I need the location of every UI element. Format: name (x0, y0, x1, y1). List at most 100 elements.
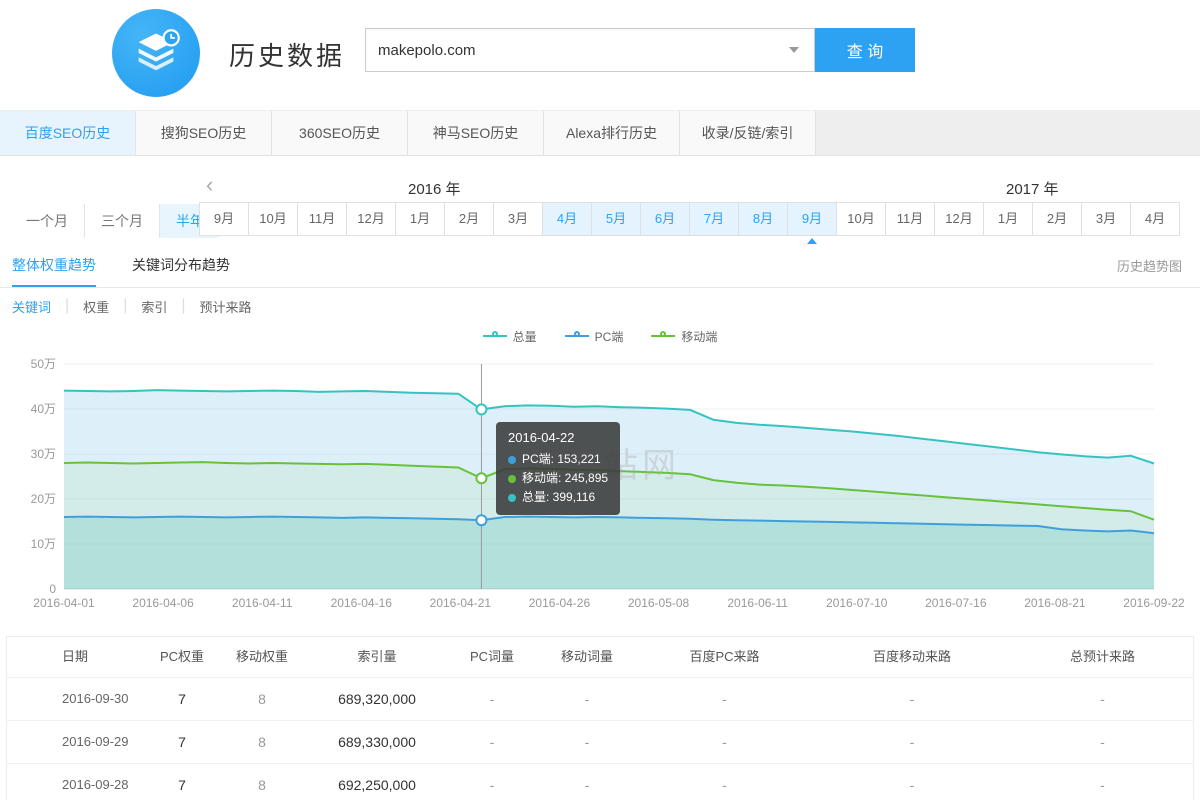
filter-索引[interactable]: 索引 (141, 297, 167, 316)
svg-text:2016-04-06: 2016-04-06 (132, 596, 194, 610)
legend-label: PC端 (595, 328, 624, 345)
table-cell: - (812, 678, 1012, 720)
table-cell: 2016-09-30 (7, 678, 147, 720)
legend-marker-icon (483, 335, 507, 337)
legend-label: 移动端 (681, 328, 717, 345)
table-cell: - (637, 764, 812, 800)
month-cell-1月[interactable]: 1月 (395, 202, 445, 236)
month-cell-8月[interactable]: 8月 (738, 202, 788, 236)
table-header-移动权重: 移动权重 (217, 637, 307, 677)
history-trend-link[interactable]: 历史趋势图 (1117, 246, 1182, 288)
svg-text:2016-04-21: 2016-04-21 (430, 596, 492, 610)
month-cell-9月[interactable]: 9月 (199, 202, 249, 236)
time-range-selector: 一个月三个月半年 ‹ 2016 年 2017 年 9月10月11月12月1月2月… (0, 156, 1200, 246)
table-row: 2016-09-2878692,250,000----- (7, 763, 1193, 800)
filter-权重[interactable]: 权重 (83, 297, 109, 316)
table-cell: 7 (147, 678, 217, 720)
filter-预计来路[interactable]: 预计来路 (200, 297, 252, 316)
tab-360SEO历史[interactable]: 360SEO历史 (272, 111, 408, 155)
tab-bar-filler (816, 111, 1200, 155)
svg-text:2016-04-26: 2016-04-26 (529, 596, 591, 610)
table-cell: 8 (217, 678, 307, 720)
months-row: 9月10月11月12月1月2月3月4月5月6月7月8月9月10月11月12月1月… (200, 202, 1180, 236)
table-cell: - (447, 764, 537, 800)
tooltip-row: 总量: 399,116 (508, 488, 608, 507)
month-cell-2月[interactable]: 2月 (444, 202, 494, 236)
legend-marker-dot (660, 331, 666, 337)
tooltip-row: PC端: 153,221 (508, 450, 608, 469)
filter-separator: | (181, 297, 185, 315)
tab-Alexa排行历史[interactable]: Alexa排行历史 (544, 111, 680, 155)
domain-search-input[interactable] (365, 28, 815, 72)
tooltip-row: 移动端: 245,895 (508, 469, 608, 488)
month-cell-9月[interactable]: 9月 (787, 202, 837, 236)
period-一个月[interactable]: 一个月 (10, 204, 85, 238)
tab-收录/反链/索引[interactable]: 收录/反链/索引 (680, 111, 816, 155)
page-title: 历史数据 (229, 36, 345, 73)
table-cell: - (637, 678, 812, 720)
table-cell: 7 (147, 721, 217, 763)
subtab-关键词分布趋势[interactable]: 关键词分布趋势 (132, 246, 230, 287)
svg-text:2016-04-11: 2016-04-11 (232, 596, 293, 610)
subtab-整体权重趋势[interactable]: 整体权重趋势 (12, 246, 96, 287)
year-label-2016: 2016 年 (408, 178, 461, 199)
month-cell-4月[interactable]: 4月 (542, 202, 592, 236)
svg-text:20万: 20万 (31, 492, 56, 506)
dropdown-caret-icon[interactable] (789, 47, 799, 53)
month-cell-10月[interactable]: 10月 (836, 202, 886, 236)
table-cell: - (812, 721, 1012, 763)
month-cell-7月[interactable]: 7月 (689, 202, 739, 236)
tab-百度SEO历史[interactable]: 百度SEO历史 (0, 111, 136, 155)
month-cell-12月[interactable]: 12月 (934, 202, 984, 236)
month-cell-6月[interactable]: 6月 (640, 202, 690, 236)
prev-arrow-icon[interactable]: ‹ (206, 174, 213, 196)
marker-point (476, 404, 486, 414)
series-dot-icon (508, 494, 516, 502)
legend-PC端[interactable]: PC端 (565, 328, 624, 345)
app-logo (112, 9, 200, 97)
search-area: 查 询 (365, 28, 915, 72)
tab-搜狗SEO历史[interactable]: 搜狗SEO历史 (136, 111, 272, 155)
month-cell-3月[interactable]: 3月 (1081, 202, 1131, 236)
table-cell: - (537, 721, 637, 763)
month-cell-5月[interactable]: 5月 (591, 202, 641, 236)
table-cell: - (537, 764, 637, 800)
legend-marker-dot (574, 331, 580, 337)
period-三个月[interactable]: 三个月 (85, 204, 160, 238)
filter-separator: | (65, 297, 69, 315)
table-header-PC词量: PC词量 (447, 637, 537, 677)
main-tab-bar: 百度SEO历史搜狗SEO历史360SEO历史神马SEO历史Alexa排行历史收录… (0, 110, 1200, 156)
table-header-日期: 日期 (7, 637, 147, 677)
tab-神马SEO历史[interactable]: 神马SEO历史 (408, 111, 544, 155)
month-cell-11月[interactable]: 11月 (297, 202, 347, 236)
legend-移动端[interactable]: 移动端 (651, 328, 717, 345)
svg-text:2016-07-16: 2016-07-16 (925, 596, 987, 610)
table-cell: - (637, 721, 812, 763)
subtab-row: 整体权重趋势关键词分布趋势 历史趋势图 (0, 246, 1200, 288)
table-cell: - (447, 678, 537, 720)
filter-关键词[interactable]: 关键词 (12, 297, 51, 316)
month-cell-4月[interactable]: 4月 (1130, 202, 1180, 236)
legend-总量[interactable]: 总量 (483, 328, 537, 345)
svg-text:40万: 40万 (31, 402, 56, 416)
month-cell-12月[interactable]: 12月 (346, 202, 396, 236)
table-header-索引量: 索引量 (307, 637, 447, 677)
table-cell: - (1012, 721, 1193, 763)
month-cell-2月[interactable]: 2月 (1032, 202, 1082, 236)
marker-point (476, 473, 486, 483)
month-cell-3月[interactable]: 3月 (493, 202, 543, 236)
tooltip-rows: PC端: 153,221移动端: 245,895总量: 399,116 (508, 450, 608, 507)
month-cell-11月[interactable]: 11月 (885, 202, 935, 236)
query-button[interactable]: 查 询 (815, 28, 915, 72)
history-data-table: 日期PC权重移动权重索引量PC词量移动词量百度PC来路百度移动来路总预计来路 2… (6, 636, 1194, 800)
tooltip-value: PC端: 153,221 (522, 450, 601, 469)
svg-text:2016-09-22: 2016-09-22 (1123, 596, 1185, 610)
legend-marker-icon (651, 335, 675, 337)
month-cell-1月[interactable]: 1月 (983, 202, 1033, 236)
table-cell: - (447, 721, 537, 763)
legend-marker-dot (492, 331, 498, 337)
table-header-总预计来路: 总预计来路 (1012, 637, 1193, 677)
svg-text:2016-06-11: 2016-06-11 (727, 596, 788, 610)
month-cell-10月[interactable]: 10月 (248, 202, 298, 236)
header: 历史数据 查 询 (0, 0, 1200, 110)
